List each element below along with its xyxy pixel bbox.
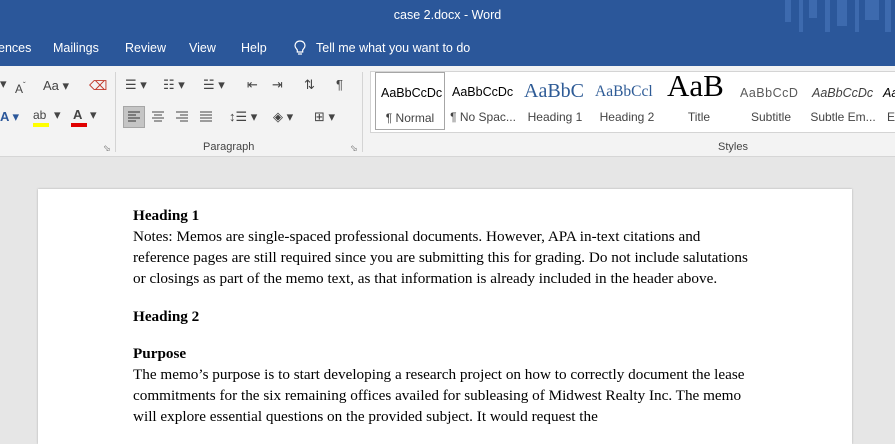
purpose-heading: Purpose [133,345,187,362]
style-name: Title [687,110,711,124]
purpose-paragraph: The memo’s purpose is to start developin… [133,366,745,425]
numbering-icon[interactable]: ☷ ▾ [163,77,185,93]
shading-icon[interactable]: ◈ ▾ [273,109,293,125]
lightbulb-icon [294,40,306,55]
font-color-icon: A [73,107,83,122]
style-heading-2[interactable]: AaBbCcl Heading 2 [591,72,663,130]
style-emphasis[interactable]: Aa E [879,72,895,130]
paragraph-group-label: Paragraph [203,141,255,153]
style-subtle-emphasis[interactable]: AaBbCcDc Subtle Em... [807,72,879,130]
style-name: Subtle Em... [810,110,876,124]
highlighter-icon: ab [33,108,47,122]
title-bar: case 2.docx - Word [0,0,895,32]
bullets-icon[interactable]: ☰ ▾ [125,77,147,93]
decrease-indent-icon[interactable]: ⇤ [247,77,258,93]
borders-icon[interactable]: ⊞ ▾ [314,109,335,125]
font-size-arrow-icon[interactable]: ▾ [0,76,7,92]
styles-gallery: AaBbCcDc ¶ Normal AaBbCcDc ¶ No Spac... … [370,71,895,133]
tab-mailings[interactable]: Mailings [53,41,99,55]
group-separator [115,72,116,152]
style-name: E [887,110,895,124]
font-color-button[interactable]: A ▾ [71,107,97,127]
window-title: case 2.docx - Word [393,8,502,22]
style-preview: AaBbCcDc [381,86,443,100]
shrink-font-icon[interactable]: Aˇ [15,78,26,97]
style-no-spacing[interactable]: AaBbCcDc ¶ No Spac... [447,72,519,130]
title-bar-pattern [785,0,895,32]
align-right-icon[interactable] [174,109,190,125]
tell-me-box[interactable]: Tell me what you want to do [294,40,470,56]
style-heading-1[interactable]: AaBbC Heading 1 [519,72,591,130]
style-name: Heading 1 [527,110,583,124]
paragraph-dialog-launcher-icon[interactable]: ⬂ [350,143,358,154]
clear-formatting-icon[interactable]: ⌫ [89,78,107,94]
show-formatting-marks-icon[interactable]: ¶ [336,77,343,93]
tab-references[interactable]: ences [0,41,31,55]
ribbon: ▾ Aˇ Aa ▾ ⌫ A ▾ ab ▾ A ▾ ⬂ ☰ ▾ ☷ ▾ ☱ ▾ ⇤… [0,66,895,157]
change-case-button[interactable]: Aa ▾ [43,78,69,94]
tell-me-label: Tell me what you want to do [316,41,471,55]
style-preview: AaBbCcDc [452,85,514,99]
style-preview: AaBbCcDc [812,86,874,100]
style-title[interactable]: AaB Title [663,72,735,130]
document-page[interactable]: Heading 1 Notes: Memos are single-spaced… [38,189,852,444]
style-name: Subtitle [750,110,792,124]
font-dialog-launcher-icon[interactable]: ⬂ [103,143,111,154]
group-separator [362,72,363,152]
style-name: Heading 2 [599,110,655,124]
font-color-swatch [71,123,87,127]
increase-indent-icon[interactable]: ⇥ [272,77,283,93]
justify-icon[interactable] [198,109,214,125]
heading-2-text: Heading 2 [133,308,200,325]
align-left-button[interactable] [123,106,145,128]
text-effects-icon[interactable]: A ▾ [0,109,19,125]
style-name: ¶ Normal [385,111,435,125]
line-spacing-icon[interactable]: ↕☰ ▾ [229,109,257,125]
align-center-icon[interactable] [150,109,166,125]
style-preview: Aa [883,86,895,100]
highlight-color-swatch [33,123,49,127]
style-preview: AaB [667,72,724,103]
ribbon-tabs: ences Mailings Review View Help Tell me … [0,32,895,66]
tab-help[interactable]: Help [241,41,267,55]
tab-review[interactable]: Review [125,41,166,55]
tab-view[interactable]: View [189,41,216,55]
sort-icon[interactable]: ⇅ [304,77,315,93]
document-body[interactable]: Heading 1 Notes: Memos are single-spaced… [133,205,753,427]
style-subtitle[interactable]: AaBbCcD Subtitle [735,72,807,130]
heading-1-text: Heading 1 [133,207,200,224]
align-left-icon [128,111,140,122]
style-preview: AaBbC [524,80,584,102]
style-name: ¶ No Spac... [450,110,516,124]
notes-paragraph: Notes: Memos are single-spaced professio… [133,228,748,287]
style-preview: AaBbCcD [740,86,799,100]
highlight-color-button[interactable]: ab ▾ [33,107,61,127]
multilevel-list-icon[interactable]: ☱ ▾ [203,77,225,93]
style-normal[interactable]: AaBbCcDc ¶ Normal [375,72,445,130]
change-case-label: Aa [43,78,59,93]
styles-group-label: Styles [718,141,748,153]
style-preview: AaBbCcl [595,83,653,100]
